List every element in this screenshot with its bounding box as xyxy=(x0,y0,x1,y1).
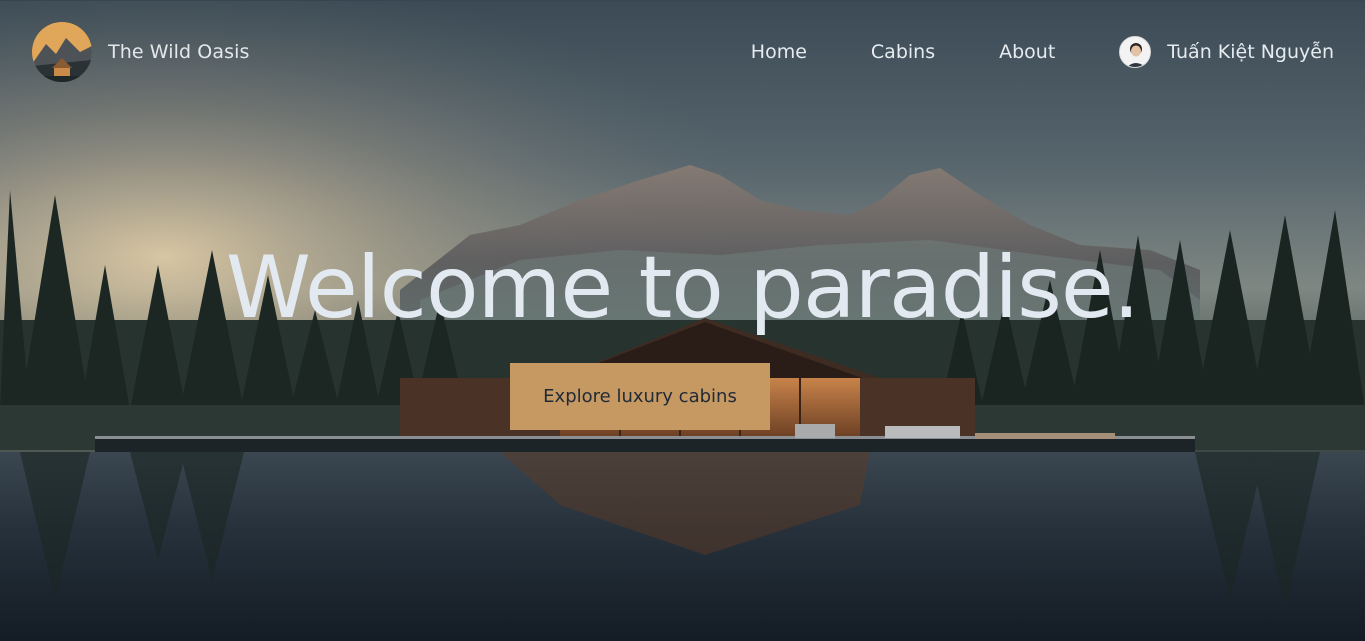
mountain-cabin-logo-icon xyxy=(32,21,92,82)
main-nav: Home Cabins About Tuấn Kiệt Nguyễn xyxy=(751,35,1334,68)
explore-cabins-button[interactable]: Explore luxury cabins xyxy=(510,363,770,430)
user-account-link[interactable]: Tuấn Kiệt Nguyễn xyxy=(1119,35,1334,68)
user-name: Tuấn Kiệt Nguyễn xyxy=(1167,40,1334,63)
brand-link[interactable]: The Wild Oasis xyxy=(32,21,250,82)
site-header: The Wild Oasis Home Cabins About Tuấn Ki… xyxy=(0,0,1365,102)
brand-name: The Wild Oasis xyxy=(108,40,250,63)
hero-title: Welcome to paradise. xyxy=(225,238,1140,338)
nav-link-home[interactable]: Home xyxy=(751,41,807,63)
user-avatar-icon xyxy=(1119,35,1152,68)
nav-link-cabins[interactable]: Cabins xyxy=(871,41,935,63)
nav-link-about[interactable]: About xyxy=(999,41,1055,63)
